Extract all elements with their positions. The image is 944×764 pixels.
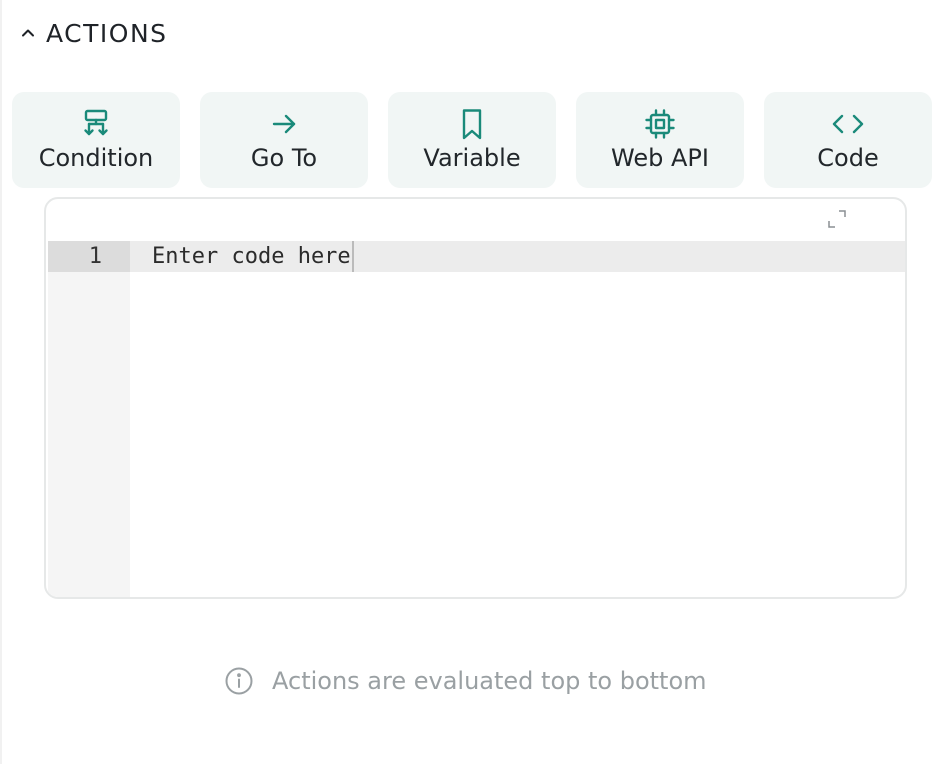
code-editor[interactable]: 1 Enter code here — [44, 197, 907, 599]
section-title: ACTIONS — [46, 18, 168, 48]
branch-icon — [78, 106, 114, 142]
code-button[interactable]: Code — [764, 92, 932, 188]
actions-section-toggle[interactable]: ACTIONS — [18, 14, 168, 52]
arrow-right-icon — [266, 106, 302, 142]
variable-button[interactable]: Variable — [388, 92, 556, 188]
panel-left-border — [0, 0, 2, 764]
info-icon — [224, 666, 254, 696]
editor-toolbar — [46, 199, 905, 241]
expand-icon[interactable] — [825, 207, 849, 231]
code-brackets-icon — [830, 106, 866, 142]
action-toolbar: Condition Go To Variable Web API Code — [12, 92, 932, 188]
condition-label: Condition — [38, 144, 154, 172]
web-api-button[interactable]: Web API — [576, 92, 744, 188]
code-input[interactable]: Enter code here — [152, 241, 354, 272]
code-label: Code — [817, 144, 879, 172]
variable-label: Variable — [423, 144, 521, 172]
goto-label: Go To — [250, 144, 318, 172]
bookmark-icon — [454, 106, 490, 142]
hint-text: Actions are evaluated top to bottom — [272, 667, 707, 695]
goto-button[interactable]: Go To — [200, 92, 368, 188]
chip-icon — [642, 106, 678, 142]
line-number-gutter — [48, 241, 130, 597]
evaluation-hint: Actions are evaluated top to bottom — [224, 666, 707, 696]
condition-button[interactable]: Condition — [12, 92, 180, 188]
line-number: 1 — [48, 241, 130, 272]
chevron-up-icon — [18, 23, 38, 43]
web-api-label: Web API — [611, 144, 709, 172]
